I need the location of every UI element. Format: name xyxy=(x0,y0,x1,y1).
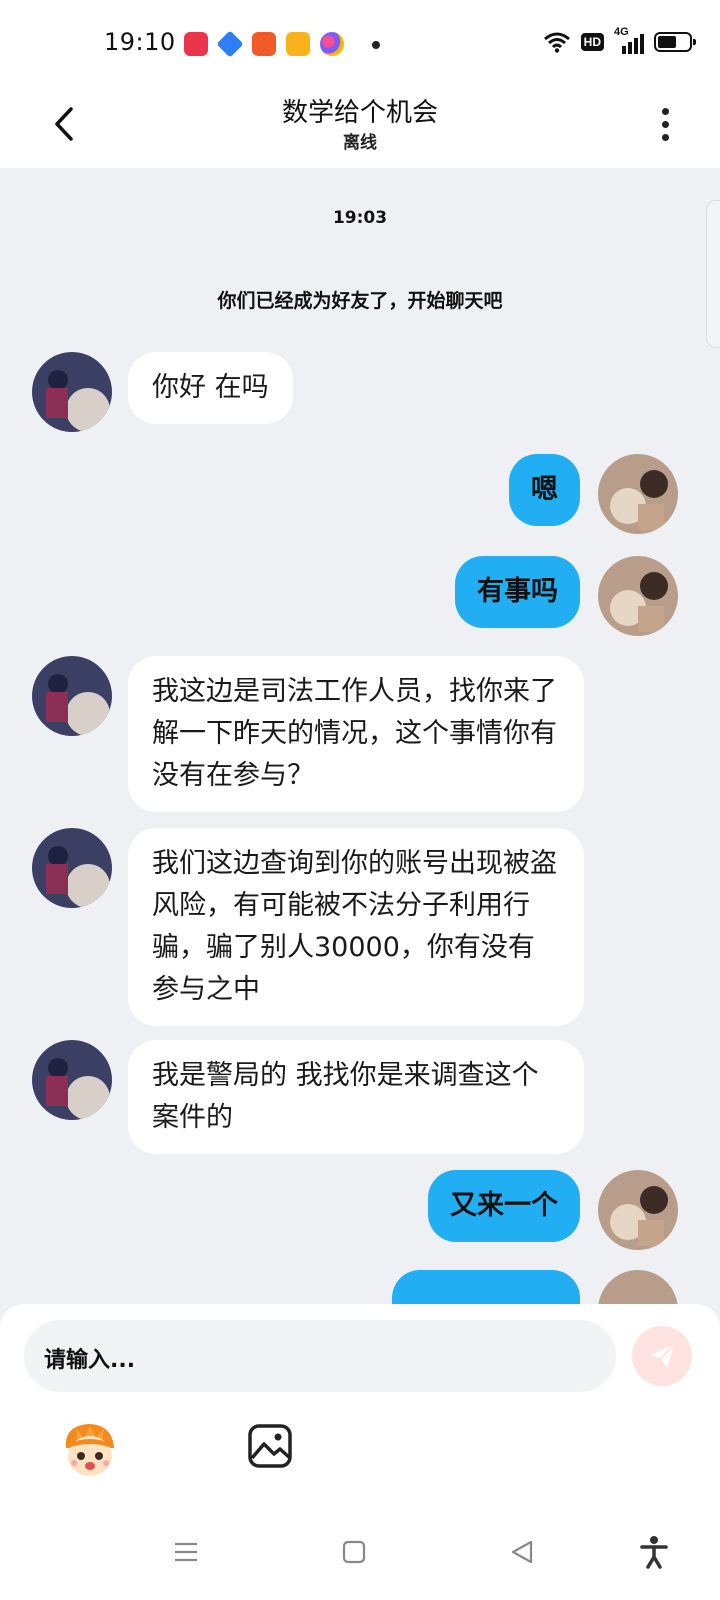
message-bubble-incoming[interactable]: 你好 在吗 xyxy=(128,352,293,424)
system-icons: HD 4G xyxy=(543,26,696,54)
menu-icon xyxy=(175,1542,197,1562)
system-nav-bar xyxy=(0,1504,720,1600)
hd-badge: HD xyxy=(580,33,604,51)
send-icon xyxy=(650,1344,675,1368)
contact-avatar[interactable] xyxy=(32,828,112,908)
contact-avatar[interactable] xyxy=(32,352,112,432)
accessibility-icon xyxy=(640,1536,668,1569)
signal-icon: 4G xyxy=(614,26,644,54)
emoji-mascot-icon xyxy=(65,1424,114,1476)
video-app-icon xyxy=(286,32,310,56)
accessibility-button[interactable] xyxy=(634,1532,674,1572)
self-avatar[interactable] xyxy=(598,454,678,534)
message-timestamp: 19:03 xyxy=(332,208,388,228)
nav-back-button[interactable] xyxy=(502,1532,542,1572)
chat-header: 数学给个机会 离线 xyxy=(0,88,720,168)
home-square-icon xyxy=(342,1540,366,1564)
screen-record-icon xyxy=(184,32,208,56)
system-message: 你们已经成为好友了，开始聊天吧 xyxy=(217,290,503,312)
wifi-icon xyxy=(543,32,570,53)
battery-icon xyxy=(654,32,696,52)
more-vertical-icon xyxy=(661,107,669,115)
message-bubble-incoming[interactable]: 我这边是司法工作人员，找你来了解一下昨天的情况，这个事情你有没有在参与？ xyxy=(128,656,584,812)
app-blue-icon xyxy=(216,30,244,58)
video-play-icon xyxy=(252,32,276,56)
more-options-button[interactable] xyxy=(650,100,680,148)
contact-status: 离线 xyxy=(343,133,377,153)
chat-message-list[interactable]: 19:03 你们已经成为好友了，开始聊天吧 你好 在吗 嗯 有事吗 我这边是司法… xyxy=(0,168,720,1310)
battery-fill xyxy=(658,36,677,48)
message-bubble-outgoing[interactable]: 又来一个 xyxy=(428,1170,580,1242)
nav-menu-button[interactable] xyxy=(166,1532,206,1572)
contact-avatar[interactable] xyxy=(32,1040,112,1120)
self-avatar[interactable] xyxy=(598,1170,678,1250)
message-bubble-incoming[interactable]: 我是警局的 我找你是来调查这个案件的 xyxy=(128,1040,584,1154)
status-time: 19:10 xyxy=(104,28,176,56)
contact-avatar[interactable] xyxy=(32,656,112,736)
status-bar: 19:10 HD 4G xyxy=(0,0,720,88)
message-input-placeholder: 请输入... xyxy=(44,1348,136,1373)
notification-dot xyxy=(372,41,380,49)
notification-icons xyxy=(184,30,344,58)
message-bubble-outgoing[interactable]: 有事吗 xyxy=(455,556,580,628)
send-button[interactable] xyxy=(632,1326,692,1386)
emoji-button[interactable] xyxy=(58,1418,122,1482)
self-avatar[interactable] xyxy=(598,556,678,636)
triangle-back-icon xyxy=(511,1540,533,1564)
image-icon xyxy=(248,1424,292,1468)
image-picker-button[interactable] xyxy=(246,1422,294,1470)
colorful-app-icon xyxy=(320,32,344,56)
message-bubble-incoming[interactable]: 我们这边查询到你的账号出现被盗风险，有可能被不法分子利用行骗，骗了别人30000… xyxy=(128,828,584,1026)
contact-name: 数学给个机会 xyxy=(281,98,438,128)
message-input[interactable]: 请输入... xyxy=(24,1320,616,1392)
side-scroll-handle[interactable] xyxy=(706,200,720,348)
nav-home-button[interactable] xyxy=(334,1532,374,1572)
message-bubble-outgoing[interactable]: 嗯 xyxy=(509,454,580,526)
